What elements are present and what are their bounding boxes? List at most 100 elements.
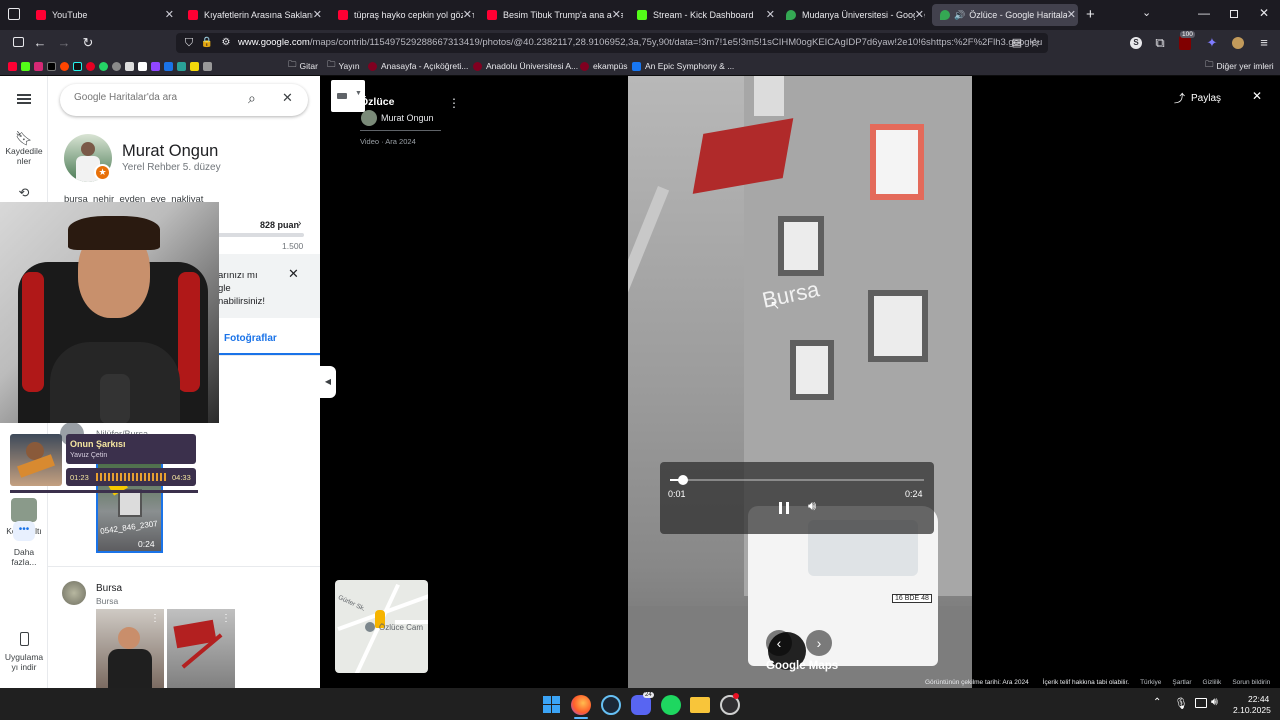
truck-plate: 16 BDE 48 bbox=[892, 594, 932, 603]
microphone-icon[interactable]: 🎙︎ bbox=[1174, 697, 1188, 710]
tab-video-1[interactable]: Kıyafetlerin Arasına Saklanı ✕ bbox=[188, 4, 324, 26]
promo-close-icon[interactable]: ✕ bbox=[288, 266, 299, 282]
tab-kick[interactable]: Stream - Kick Dashboard ✕ bbox=[637, 4, 777, 26]
rail-download-app[interactable]: Uygulama yı indir bbox=[0, 632, 48, 672]
tab-maps-mudanya[interactable]: Mudanya Üniversitesi - Google ✕ bbox=[786, 4, 926, 26]
profile-avatar-icon[interactable] bbox=[1232, 37, 1244, 49]
photo-thumbnail[interactable]: ⋮ bbox=[167, 609, 235, 688]
speaker-icon[interactable]: 🔊︎ bbox=[1211, 696, 1218, 709]
clock-date[interactable]: 2.10.2025 bbox=[1233, 705, 1271, 715]
bookmark-anasayfa[interactable]: Anasayfa - Açıköğreti... bbox=[368, 59, 468, 73]
translate-icon[interactable]: ✦ bbox=[1204, 35, 1220, 51]
new-tab-icon[interactable]: + bbox=[1086, 6, 1095, 23]
tray-chevron-up-icon[interactable]: ⌃ bbox=[1153, 697, 1161, 708]
close-tab-icon[interactable]: ✕ bbox=[611, 8, 621, 21]
forward-icon[interactable]: → bbox=[56, 35, 72, 51]
video-controls: 0:01 0:24 🔊︎ bbox=[660, 462, 934, 534]
tab-label: YouTube bbox=[52, 10, 88, 20]
share-button[interactable]: ⤴ Paylaş bbox=[1174, 90, 1221, 106]
tab-youtube[interactable]: YouTube ✕ bbox=[36, 4, 176, 26]
minimap[interactable]: Gürler Sk. Özlüce Cam bbox=[335, 580, 428, 673]
previous-arrow-icon[interactable]: ‹ bbox=[766, 630, 792, 656]
close-tab-icon[interactable]: ✕ bbox=[914, 8, 924, 21]
rail-more[interactable]: ••• Daha fazla... bbox=[0, 521, 48, 567]
search-box[interactable]: ⌕ ✕ bbox=[60, 84, 308, 116]
network-icon[interactable] bbox=[1195, 698, 1207, 708]
menu-icon[interactable]: ≡ bbox=[1256, 35, 1272, 51]
bookmark-gitar[interactable]: 🗀 Gitar bbox=[288, 59, 318, 73]
points-label[interactable]: 828 puan bbox=[260, 220, 299, 230]
profile-level[interactable]: Yerel Rehber 5. düzey bbox=[122, 162, 221, 173]
permissions-icon[interactable]: ⚙ bbox=[218, 35, 234, 51]
extension-s-icon[interactable]: S bbox=[1130, 37, 1142, 49]
back-icon[interactable]: ← bbox=[32, 35, 48, 51]
close-window-icon[interactable]: ✕ bbox=[1259, 6, 1269, 20]
chevron-down-icon[interactable]: ⌄ bbox=[1142, 6, 1151, 19]
close-icon[interactable]: ✕ bbox=[282, 90, 293, 106]
volume-icon[interactable]: 🔊︎ bbox=[808, 498, 816, 514]
recents-icon[interactable]: ⟲ bbox=[0, 186, 48, 199]
footer-feedback[interactable]: Sorun bildirin bbox=[1232, 679, 1270, 686]
seek-bar[interactable] bbox=[670, 479, 924, 481]
reload-icon[interactable]: ↻ bbox=[80, 35, 96, 51]
photo-thumbnail[interactable]: ⋮ bbox=[96, 609, 164, 688]
more-vert-icon[interactable]: ⋮ bbox=[221, 613, 231, 624]
close-tab-icon[interactable]: ✕ bbox=[165, 8, 174, 21]
next-arrow-icon[interactable]: › bbox=[806, 630, 832, 656]
start-icon[interactable] bbox=[543, 696, 560, 713]
lock-icon[interactable]: 🔒 bbox=[199, 35, 215, 51]
footer-terms[interactable]: Şartlar bbox=[1172, 679, 1191, 686]
close-tab-icon[interactable]: ✕ bbox=[462, 8, 472, 21]
contributor-name[interactable]: Murat Ongun bbox=[381, 113, 434, 123]
address-bar[interactable]: www.google.com/maps/contrib/115497529288… bbox=[176, 33, 1048, 53]
file-explorer-icon[interactable] bbox=[690, 697, 710, 713]
bookmark-yayin[interactable]: 🗀 Yayın bbox=[327, 59, 360, 73]
tab-photos[interactable]: Fotoğraflar bbox=[224, 333, 277, 344]
promo-text-2: gle bbox=[218, 283, 231, 294]
search-input[interactable] bbox=[74, 92, 234, 103]
tab-video-2[interactable]: tüpraş hayko cepkin yol gözüm ✕ bbox=[338, 4, 474, 26]
bookmark-ekampus[interactable]: ekampüs bbox=[580, 59, 628, 73]
pause-icon[interactable] bbox=[779, 502, 789, 514]
close-tab-icon[interactable]: ✕ bbox=[1066, 8, 1076, 21]
bookmark-epic-symphony[interactable]: An Epic Symphony & ... bbox=[632, 59, 734, 73]
shield-icon[interactable]: ⛉ bbox=[181, 35, 197, 51]
footer-privacy[interactable]: Gizlilik bbox=[1203, 679, 1222, 686]
close-viewer-icon[interactable]: ✕ bbox=[1252, 89, 1262, 103]
other-bookmarks[interactable]: 🗀 Diğer yer imleri bbox=[1205, 59, 1274, 73]
seek-knob[interactable] bbox=[677, 475, 688, 485]
discord-icon[interactable] bbox=[631, 695, 651, 715]
tab-list-icon[interactable] bbox=[8, 8, 20, 20]
spotify-icon[interactable] bbox=[661, 695, 681, 715]
audio-playing-icon[interactable]: 🔊 bbox=[954, 10, 965, 21]
firefox-icon[interactable] bbox=[571, 695, 591, 715]
hamburger-menu-icon[interactable] bbox=[17, 94, 31, 104]
bookmark-anadolu[interactable]: Anadolu Üniversitesi A... bbox=[473, 59, 578, 73]
chevron-right-icon[interactable]: › bbox=[298, 218, 301, 229]
now-playing-widget[interactable]: Onun Şarkısı Yavuz Çetin 01:23 04:33 bbox=[6, 430, 198, 493]
collapse-panel-button[interactable]: ◀ bbox=[320, 366, 336, 398]
clock-time[interactable]: 22:44 bbox=[1248, 694, 1269, 704]
viewer-place-title[interactable]: Özlüce bbox=[360, 96, 394, 108]
extensions-icon[interactable]: ⧉ bbox=[1152, 35, 1168, 51]
reader-view-icon[interactable]: ▤ bbox=[1009, 35, 1025, 51]
steam-icon[interactable] bbox=[601, 695, 621, 715]
close-tab-icon[interactable]: ✕ bbox=[312, 8, 322, 21]
close-tab-icon[interactable]: ✕ bbox=[766, 8, 775, 21]
tab-maps-ozluce[interactable]: 🔊 Özlüce - Google Haritalar ✕ bbox=[932, 4, 1078, 26]
tab-video-3[interactable]: Besim Tibuk Trump'a ana avrat ✕ bbox=[487, 4, 623, 26]
sidebar-toggle-icon[interactable] bbox=[10, 35, 26, 51]
video-frame[interactable]: 16 BDE 48 Bursa bbox=[628, 76, 972, 688]
ublock-icon[interactable] bbox=[1179, 36, 1191, 50]
rail-saved[interactable]: 🔖︎ Kaydedile nler bbox=[0, 130, 48, 166]
place-name-bursa[interactable]: Bursa bbox=[96, 583, 122, 594]
layers-button[interactable]: ▼ bbox=[331, 80, 365, 112]
restore-icon[interactable] bbox=[1230, 10, 1238, 18]
bookmark-star-icon[interactable]: ☆ bbox=[1027, 35, 1043, 51]
search-icon[interactable]: ⌕ bbox=[248, 90, 256, 107]
minimize-icon[interactable]: — bbox=[1198, 6, 1210, 20]
bookmark-icons-group[interactable] bbox=[8, 59, 216, 73]
more-vert-icon[interactable]: ⋮ bbox=[150, 613, 160, 624]
footer-country[interactable]: Türkiye bbox=[1140, 679, 1161, 686]
more-vert-icon[interactable]: ⋮ bbox=[448, 96, 460, 110]
